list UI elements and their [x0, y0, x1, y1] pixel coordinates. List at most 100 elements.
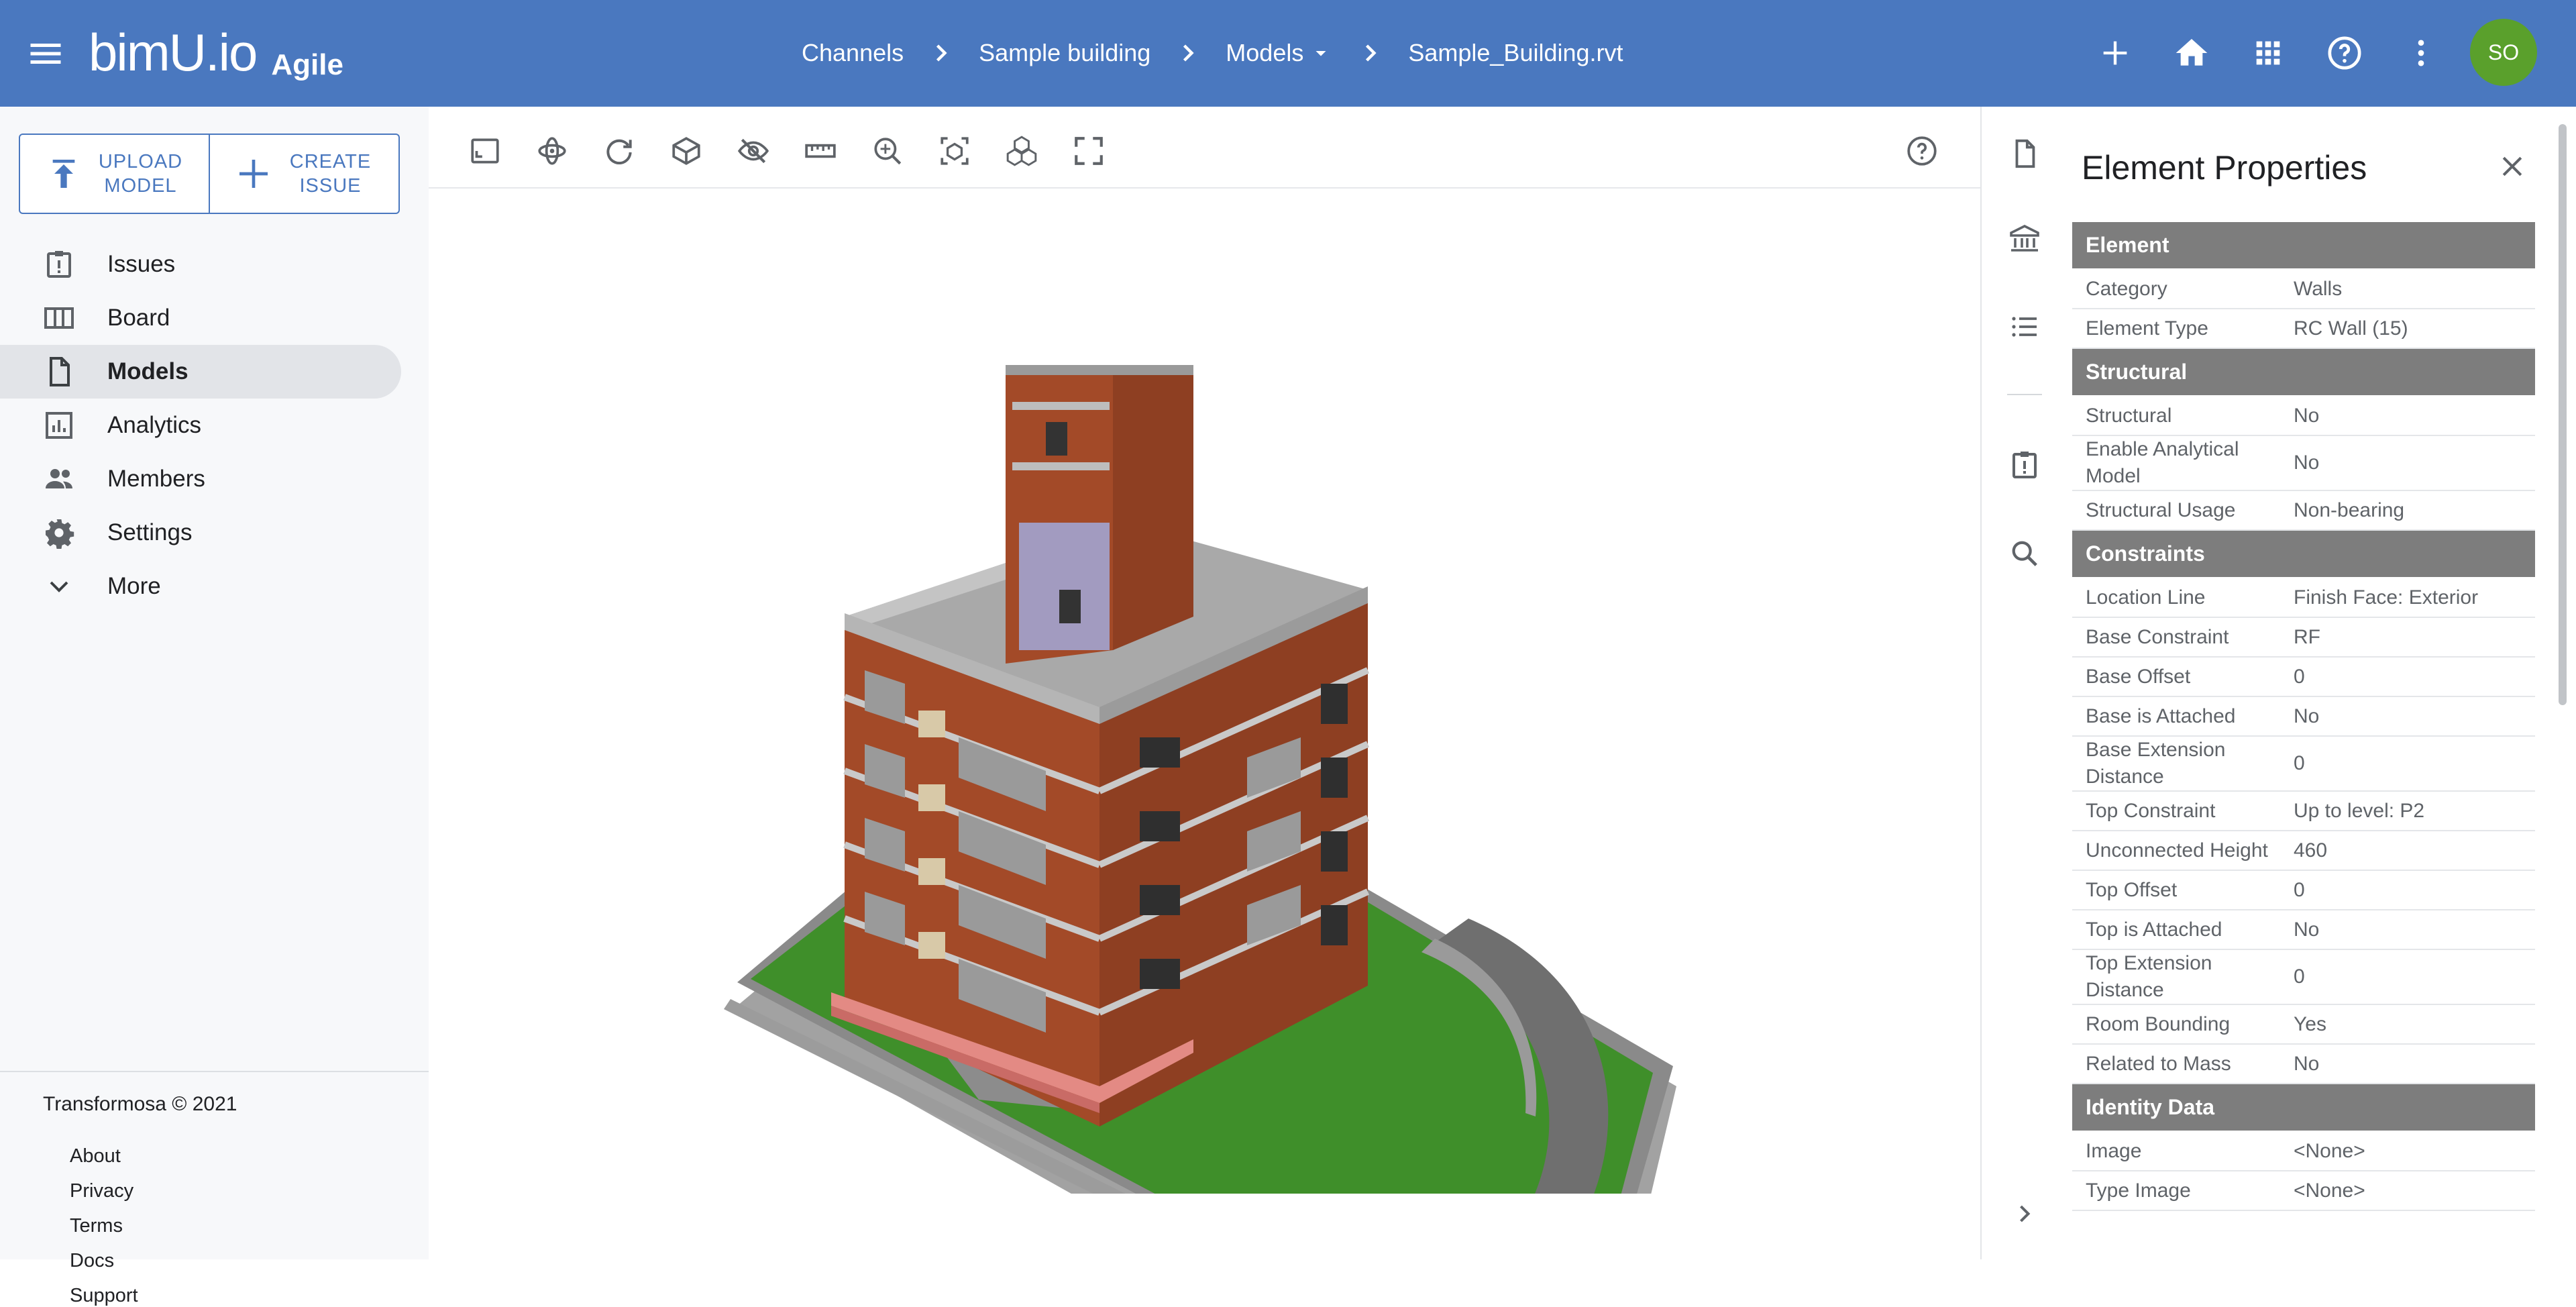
members-icon: [43, 463, 75, 495]
app-logo[interactable]: bimU.io Agile: [89, 19, 343, 86]
sidebar-item-settings[interactable]: Settings: [0, 506, 401, 560]
chevron-right-icon: [1168, 33, 1208, 73]
zoom-icon[interactable]: [867, 131, 908, 171]
fit-view-icon[interactable]: [465, 131, 505, 171]
property-key: Type Image: [2086, 1179, 2191, 1202]
sidebar-item-board[interactable]: Board: [0, 291, 401, 345]
property-value: 460: [2294, 839, 2328, 861]
section-header[interactable]: Structural: [2072, 349, 2535, 397]
property-key: Image: [2086, 1139, 2142, 1162]
bank-icon[interactable]: [2006, 221, 2043, 258]
chevron-right-icon[interactable]: [2006, 1195, 2043, 1233]
sidebar-item-analytics[interactable]: Analytics: [0, 399, 401, 452]
panel-icon-rail: [1980, 107, 2068, 1259]
sidebar-item-label: More: [107, 573, 161, 599]
hide-icon[interactable]: [733, 131, 773, 171]
reset-view-icon[interactable]: [599, 131, 639, 171]
footer-link-terms[interactable]: Terms: [70, 1215, 123, 1237]
property-value: Up to level: P2: [2294, 799, 2425, 822]
property-key: Category: [2086, 277, 2167, 300]
property-value: No: [2294, 918, 2320, 941]
property-key: Location Line: [2086, 586, 2206, 609]
upload-model-button[interactable]: UPLOAD MODEL: [20, 135, 209, 213]
property-value: Finish Face: Exterior: [2294, 586, 2479, 609]
section-header[interactable]: Constraints: [2072, 531, 2535, 578]
search-icon[interactable]: [2006, 535, 2043, 572]
sidebar-item-issues[interactable]: Issues: [0, 238, 401, 291]
add-icon[interactable]: [2092, 30, 2139, 76]
property-key: Base is Attached: [2086, 704, 2236, 727]
gear-icon: [43, 517, 75, 549]
menu-icon[interactable]: [25, 34, 66, 74]
property-row: Top is Attached No: [2072, 910, 2535, 950]
footer-link-docs[interactable]: Docs: [70, 1250, 114, 1272]
property-row: Top Extension Distance 0: [2072, 950, 2535, 1005]
property-key: Enable Analytical Model: [2086, 438, 2239, 487]
layers-icon[interactable]: [1002, 131, 1042, 171]
sidebar-item-more[interactable]: More: [0, 560, 401, 613]
property-row: Enable Analytical Model No: [2072, 436, 2535, 491]
caret-down-icon[interactable]: [1309, 41, 1333, 65]
property-row: Category Walls: [2072, 270, 2535, 309]
property-key: Structural: [2086, 404, 2172, 427]
apps-grid-icon[interactable]: [2245, 30, 2292, 76]
property-row: Base Extension Distance 0: [2072, 737, 2535, 792]
section-header[interactable]: Element: [2072, 222, 2535, 270]
issue-icon[interactable]: [2006, 446, 2043, 484]
element-properties-panel: Element Properties Element Category Wall…: [2068, 107, 2576, 1259]
document-icon[interactable]: [2006, 135, 2043, 172]
building-model[interactable]: [697, 241, 1743, 1194]
property-value: Non-bearing: [2294, 499, 2405, 521]
help-icon[interactable]: [2321, 30, 2368, 76]
document-icon: [43, 356, 75, 388]
chevron-down-icon: [43, 570, 75, 603]
property-key: Structural Usage: [2086, 499, 2236, 521]
footer-link-about[interactable]: About: [70, 1145, 121, 1167]
property-value: RF: [2294, 625, 2320, 648]
section-box-icon[interactable]: [666, 131, 706, 171]
tower-window-panel: [1019, 523, 1110, 650]
sidebar-item-models[interactable]: Models: [0, 345, 401, 399]
chevron-right-icon: [921, 33, 961, 73]
property-row: Related to Mass No: [2072, 1045, 2535, 1084]
property-value: 0: [2294, 752, 2305, 774]
more-vert-icon[interactable]: [2398, 30, 2445, 76]
breadcrumb-models[interactable]: Models: [1226, 39, 1303, 67]
sidebar-item-label: Analytics: [107, 412, 202, 438]
breadcrumb-file[interactable]: Sample_Building.rvt: [1408, 39, 1623, 67]
sidebar-item-label: Issues: [107, 251, 176, 277]
property-key: Room Bounding: [2086, 1012, 2231, 1035]
create-issue-button[interactable]: CREATE ISSUE: [209, 135, 398, 213]
orbit-icon[interactable]: [532, 131, 572, 171]
property-value: Yes: [2294, 1012, 2326, 1035]
property-row: Location Line Finish Face: Exterior: [2072, 578, 2535, 618]
sidebar-item-members[interactable]: Members: [0, 452, 401, 506]
sidebar-item-label: Models: [107, 358, 189, 384]
upload-model-label: UPLOAD MODEL: [98, 151, 183, 197]
breadcrumb-channels[interactable]: Channels: [802, 39, 904, 67]
help-icon[interactable]: [1902, 131, 1942, 171]
breadcrumb-project[interactable]: Sample building: [979, 39, 1150, 67]
properties-scrollbar[interactable]: [2559, 124, 2567, 705]
close-icon[interactable]: [2491, 146, 2533, 187]
property-key: Related to Mass: [2086, 1052, 2231, 1075]
avatar[interactable]: SO: [2470, 19, 2537, 86]
fullscreen-icon[interactable]: [1069, 131, 1109, 171]
isolate-icon[interactable]: [934, 131, 975, 171]
footer-link-support[interactable]: Support: [70, 1285, 138, 1307]
properties-table: Element Category Walls Element Type RC W…: [2072, 222, 2535, 1211]
property-value: No: [2294, 452, 2320, 474]
model-viewer[interactable]: [429, 107, 1980, 1259]
list-icon[interactable]: [2006, 308, 2043, 346]
sidebar: UPLOAD MODEL CREATE ISSUE Issues Board M…: [0, 107, 429, 1306]
property-value: No: [2294, 404, 2320, 427]
home-icon[interactable]: [2168, 30, 2215, 76]
property-value: <None>: [2294, 1179, 2365, 1202]
property-row: Image <None>: [2072, 1132, 2535, 1171]
property-row: Room Bounding Yes: [2072, 1005, 2535, 1045]
add-icon: [235, 155, 272, 193]
measure-icon[interactable]: [800, 131, 841, 171]
section-header[interactable]: Identity Data: [2072, 1084, 2535, 1132]
property-row: Structural No: [2072, 397, 2535, 436]
footer-link-privacy[interactable]: Privacy: [70, 1180, 133, 1202]
